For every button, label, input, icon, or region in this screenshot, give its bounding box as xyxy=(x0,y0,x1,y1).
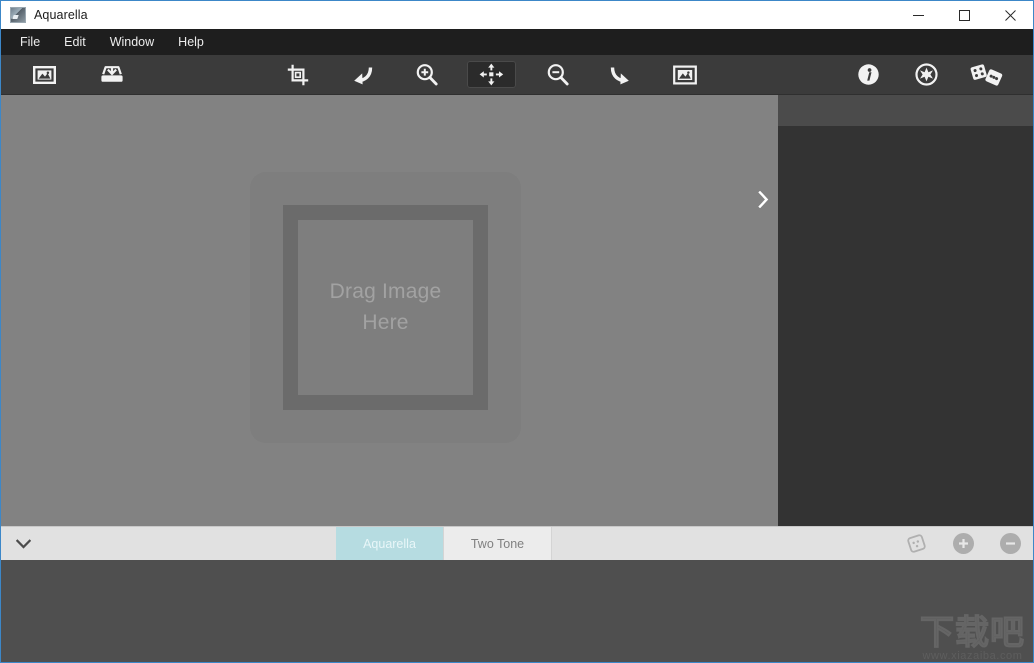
dice-icon xyxy=(907,534,926,553)
settings-button[interactable] xyxy=(907,60,945,90)
fit-image-button[interactable] xyxy=(666,60,704,90)
open-image-button[interactable] xyxy=(25,60,63,90)
application-window: Aquarella File Edit Window Help Drag Ima… xyxy=(0,0,1034,663)
move-arrows-icon xyxy=(479,63,504,86)
plus-icon xyxy=(959,539,968,548)
close-button[interactable] xyxy=(987,1,1033,29)
preset-tab-aquarella[interactable]: Aquarella xyxy=(336,527,444,560)
title-bar: Aquarella xyxy=(1,1,1033,29)
watermark: 下载吧 www.xiazaiba.com xyxy=(920,613,1025,662)
redo-button[interactable] xyxy=(602,60,640,90)
fit-image-icon xyxy=(673,65,697,84)
chevron-down-icon xyxy=(15,538,31,549)
undo-arrow-icon xyxy=(354,66,373,84)
panel-toggle-button[interactable] xyxy=(752,187,774,211)
side-panel-header xyxy=(778,95,1033,126)
work-area: Drag Image Here xyxy=(1,95,1033,526)
menu-bar: File Edit Window Help xyxy=(1,29,1033,55)
image-frame-icon xyxy=(32,65,56,84)
window-controls xyxy=(895,1,1033,29)
app-logo-icon xyxy=(10,7,26,23)
preset-tabs: Aquarella Two Tone xyxy=(336,527,552,560)
drop-zone-frame: Drag Image Here xyxy=(283,205,488,410)
maximize-button[interactable] xyxy=(941,1,987,29)
menu-item-window[interactable]: Window xyxy=(98,32,166,52)
info-button[interactable] xyxy=(849,60,887,90)
watermark-url: www.xiazaiba.com xyxy=(922,650,1023,662)
undo-button[interactable] xyxy=(343,60,381,90)
toolbar-right-group xyxy=(839,60,1033,90)
minus-icon xyxy=(1006,542,1015,545)
preset-tab-two-tone[interactable]: Two Tone xyxy=(444,527,552,560)
randomize-button[interactable] xyxy=(965,60,1009,90)
minimize-button[interactable] xyxy=(895,1,941,29)
toolbar xyxy=(1,55,1033,95)
side-panel-body[interactable] xyxy=(778,126,1033,526)
preset-bar: Aquarella Two Tone xyxy=(1,526,1033,560)
save-image-button[interactable] xyxy=(93,60,131,90)
close-icon xyxy=(1004,9,1016,21)
maximize-icon xyxy=(958,9,970,21)
redo-arrow-icon xyxy=(610,66,629,84)
zoom-out-icon xyxy=(547,64,569,86)
settings-burst-icon xyxy=(914,63,938,86)
window-title: Aquarella xyxy=(34,8,88,22)
drop-zone-label-line1: Drag Image xyxy=(329,280,442,304)
preset-actions xyxy=(880,527,1021,560)
info-circle-icon xyxy=(857,64,879,85)
dice-icon xyxy=(970,64,1003,86)
remove-preset-button[interactable] xyxy=(1000,533,1021,554)
menu-item-edit[interactable]: Edit xyxy=(52,32,98,52)
settings-side-panel xyxy=(778,95,1033,526)
zoom-in-button[interactable] xyxy=(407,60,445,90)
chevron-right-icon xyxy=(757,190,768,208)
save-tray-icon xyxy=(101,65,123,82)
random-preset-button[interactable] xyxy=(906,533,927,554)
add-preset-button[interactable] xyxy=(953,533,974,554)
minimize-icon xyxy=(912,14,924,16)
crop-icon xyxy=(287,64,309,85)
move-tool-button[interactable] xyxy=(467,61,516,88)
menu-item-help[interactable]: Help xyxy=(166,32,216,52)
zoom-out-button[interactable] xyxy=(538,60,576,90)
menu-item-file[interactable]: File xyxy=(8,32,52,52)
zoom-in-icon xyxy=(416,64,438,86)
drop-zone-label-line2: Here xyxy=(362,310,409,334)
watermark-logo: 下载吧 xyxy=(920,613,1025,652)
image-canvas[interactable]: Drag Image Here xyxy=(1,95,778,526)
drop-zone[interactable]: Drag Image Here xyxy=(250,172,521,443)
drop-zone-label: Drag Image Here xyxy=(330,277,442,338)
crop-button[interactable] xyxy=(279,60,317,90)
preset-expander-button[interactable] xyxy=(1,527,45,560)
preset-preview-strip[interactable]: 下载吧 www.xiazaiba.com xyxy=(1,560,1033,662)
